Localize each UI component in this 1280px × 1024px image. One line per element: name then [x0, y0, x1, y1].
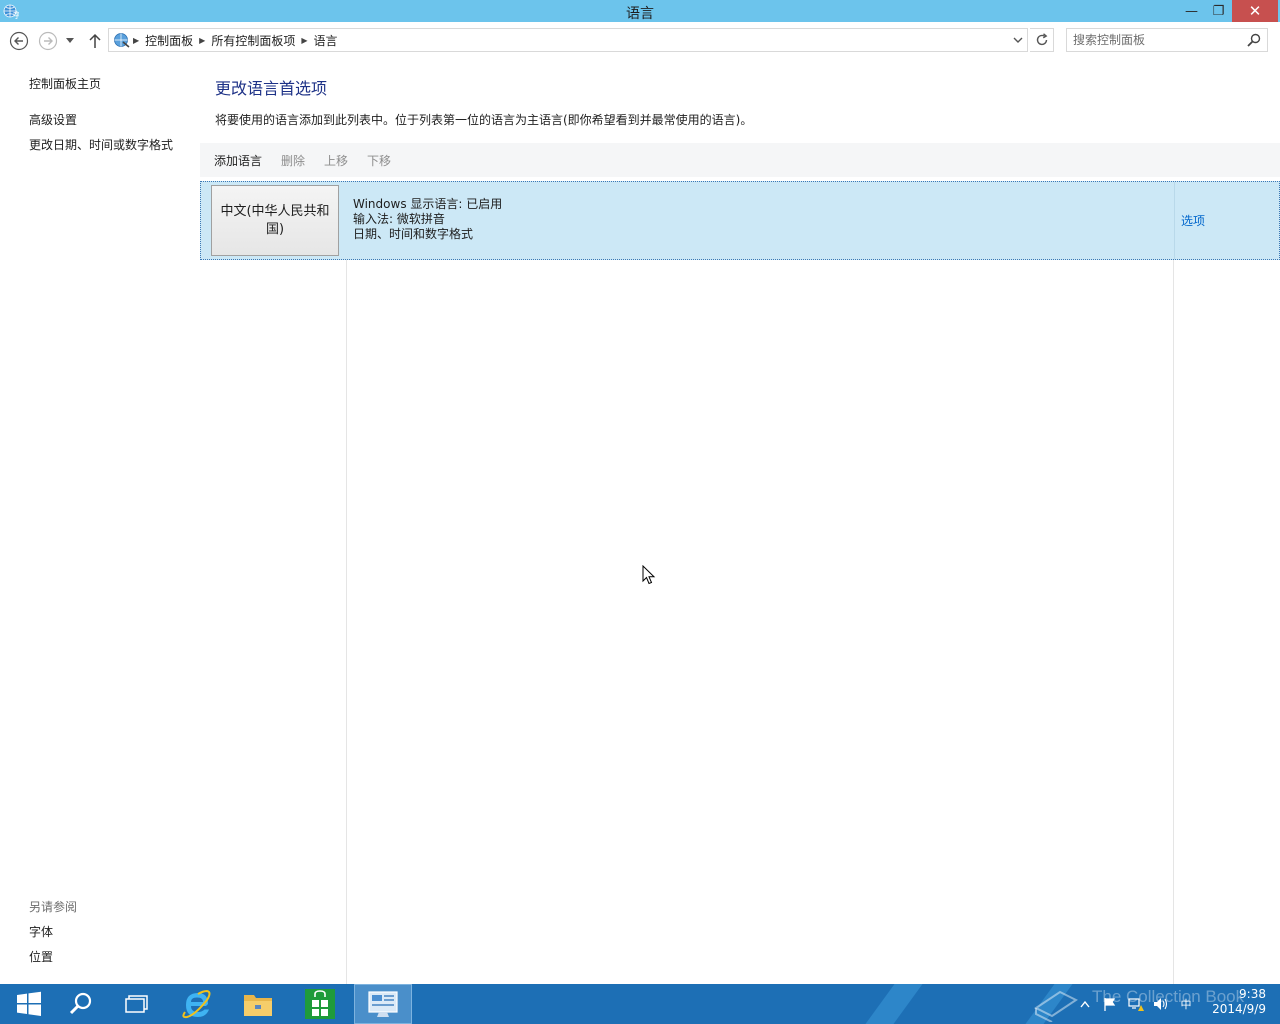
forward-arrow-icon: [38, 31, 58, 51]
recent-locations-button[interactable]: [62, 30, 78, 52]
move-up-button[interactable]: 上移: [324, 152, 348, 169]
show-hidden-icons-button[interactable]: [1077, 996, 1093, 1012]
notebook-watermark-icon: [1034, 990, 1078, 1022]
format-status: 日期、时间和数字格式: [353, 227, 474, 241]
chevron-up-icon: [1080, 1000, 1090, 1007]
taskbar-decoration: [865, 984, 923, 1024]
ime-indicator[interactable]: 中: [1178, 996, 1194, 1012]
refresh-button[interactable]: [1030, 28, 1054, 52]
back-arrow-icon: [9, 31, 29, 51]
navigation-bar: ▶ 控制面板 ▶ 所有控制面板项 ▶ 语言: [0, 22, 1280, 59]
input-method-status: 输入法: 微软拼音: [353, 212, 445, 226]
close-button[interactable]: ✕: [1232, 0, 1278, 22]
refresh-icon: [1036, 33, 1047, 46]
advanced-settings-link[interactable]: 高级设置: [29, 111, 77, 128]
back-button[interactable]: [8, 30, 30, 52]
search-icon[interactable]: [1247, 33, 1261, 47]
page-title: 更改语言首选项: [215, 79, 328, 98]
display-language-status: Windows 显示语言: 已启用: [353, 197, 503, 211]
language-name-button[interactable]: 中文(中华人民共和国): [211, 185, 339, 256]
forward-button[interactable]: [37, 30, 59, 52]
mouse-pointer-icon: [642, 565, 656, 585]
folder-icon: [244, 995, 272, 1016]
up-button[interactable]: [84, 30, 106, 52]
breadcrumb-control-panel[interactable]: 控制面板: [141, 32, 197, 49]
store-button[interactable]: [291, 984, 349, 1024]
clock-date: 2014/9/9: [1212, 1002, 1266, 1016]
move-down-button[interactable]: 下移: [367, 152, 391, 169]
task-view-icon: [125, 995, 148, 1013]
control-panel-icon: [368, 991, 398, 1017]
system-clock[interactable]: 9:38 2014/9/9: [1200, 987, 1266, 1017]
left-pane: 控制面板主页 高级设置 更改日期、时间或数字格式 另请参阅 字体 位置: [0, 59, 200, 984]
see-also-heading: 另请参阅: [29, 900, 78, 914]
language-details: Windows 显示语言: 已启用 输入法: 微软拼音 日期、时间和数字格式: [353, 197, 502, 242]
breadcrumb-all-items[interactable]: 所有控制面板项: [207, 32, 299, 49]
address-bar[interactable]: ▶ 控制面板 ▶ 所有控制面板项 ▶ 语言: [108, 28, 1028, 52]
file-explorer-button[interactable]: [229, 984, 287, 1024]
volume-icon[interactable]: [1152, 996, 1168, 1012]
chevron-down-icon: [66, 38, 74, 43]
control-panel-taskbar-button[interactable]: [354, 984, 412, 1024]
store-icon: [305, 989, 335, 1019]
breadcrumb-separator-icon[interactable]: ▶: [131, 36, 141, 45]
title-bar: 字 语言 — ❐ ✕: [0, 0, 1280, 22]
search-box[interactable]: [1066, 28, 1268, 52]
window-title: 语言: [626, 6, 654, 22]
network-warning-icon: [1128, 997, 1144, 1011]
action-center-icon[interactable]: [1102, 996, 1118, 1012]
up-arrow-icon: [89, 33, 101, 48]
language-options-link[interactable]: 选项: [1181, 212, 1205, 229]
language-toolbar: 添加语言 删除 上移 下移: [200, 143, 1280, 177]
internet-explorer-button[interactable]: [168, 984, 226, 1024]
change-date-time-format-link[interactable]: 更改日期、时间或数字格式: [29, 136, 173, 153]
restore-button[interactable]: ❐: [1205, 0, 1232, 22]
breadcrumb-separator-icon[interactable]: ▶: [197, 36, 207, 45]
windows-logo-icon: [17, 991, 41, 1016]
add-language-button[interactable]: 添加语言: [214, 152, 262, 169]
breadcrumb-language[interactable]: 语言: [310, 32, 342, 49]
search-icon: [69, 992, 92, 1015]
page-description: 将要使用的语言添加到此列表中。位于列表第一位的语言为主语言(即你希望看到并最常使…: [215, 113, 753, 127]
remove-button[interactable]: 删除: [281, 152, 305, 169]
language-list-item[interactable]: 中文(中华人民共和国) Windows 显示语言: 已启用 输入法: 微软拼音 …: [200, 181, 1280, 260]
start-button[interactable]: [0, 984, 58, 1024]
search-input[interactable]: [1073, 31, 1241, 49]
breadcrumb-separator-icon[interactable]: ▶: [299, 36, 309, 45]
speaker-icon: [1153, 998, 1167, 1010]
flag-icon: [1104, 997, 1116, 1011]
control-panel-location-icon: [114, 33, 130, 48]
clock-time: 9:38: [1239, 987, 1266, 1001]
task-view-button[interactable]: [108, 984, 166, 1024]
location-link[interactable]: 位置: [29, 948, 53, 965]
taskbar: The Collection Book 中 9:38 2014/9/9: [0, 984, 1280, 1024]
breadcrumb: ▶ 控制面板 ▶ 所有控制面板项 ▶ 语言: [113, 29, 342, 51]
network-icon[interactable]: [1128, 996, 1144, 1012]
internet-explorer-icon: [182, 989, 211, 1019]
options-divider: [1174, 182, 1175, 259]
column-divider: [1173, 260, 1174, 984]
chevron-down-icon: [1013, 37, 1023, 43]
column-divider: [346, 260, 347, 984]
search-taskbar-button[interactable]: [52, 984, 110, 1024]
address-dropdown-button[interactable]: [1011, 33, 1025, 47]
fonts-link[interactable]: 字体: [29, 923, 53, 940]
minimize-button[interactable]: —: [1178, 0, 1205, 22]
control-panel-home-link[interactable]: 控制面板主页: [29, 75, 101, 92]
